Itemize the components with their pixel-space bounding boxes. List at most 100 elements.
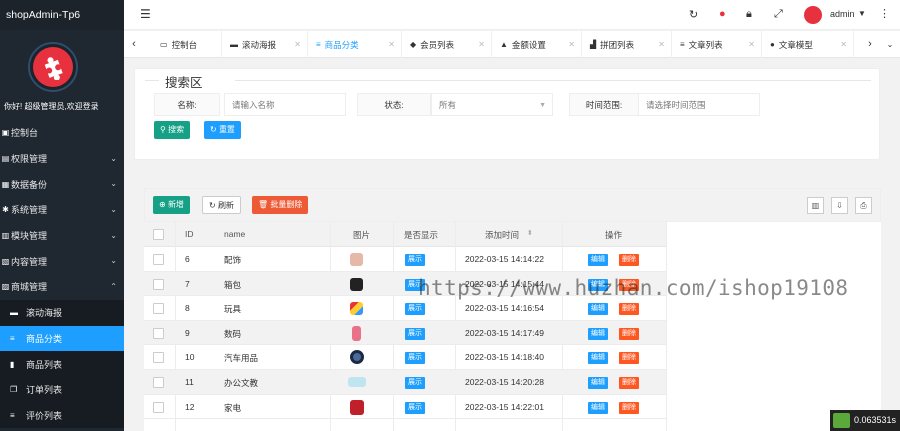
row-time: 2022-03-15 14:18:40 (465, 352, 544, 363)
edit-button[interactable]: 编辑 (588, 303, 608, 316)
product-thumbnail[interactable] (352, 325, 361, 341)
delete-button[interactable]: 删除 (619, 303, 639, 316)
sidebar-item-dashboard[interactable]: ▣ 控制台 (0, 120, 124, 146)
sidebar-item-content[interactable]: ▧ 内容管理 ⌄ (0, 248, 124, 274)
time-range-input[interactable]: 请选择时间范围 (638, 93, 760, 116)
table-row[interactable]: 10 汽车用品 展示 2022-03-15 14:18:40 编辑 删除 (144, 345, 666, 370)
admin-avatar[interactable] (804, 6, 822, 24)
admin-name[interactable]: admin (830, 9, 855, 19)
close-icon[interactable]: ✕ (294, 40, 301, 49)
sidebar-item-system[interactable]: ✱ 系统管理 ⌄ (0, 197, 124, 223)
sidebar-item-reviews[interactable]: ≡ 评价列表 (0, 402, 124, 429)
status-label: 状态: (357, 93, 431, 116)
tab-category[interactable]: ≡ 商品分类 ✕ (308, 31, 402, 58)
product-thumbnail[interactable] (348, 377, 366, 387)
table-row[interactable]: 6 配饰 展示 2022-03-15 14:14:22 编辑 删除 (144, 247, 666, 272)
fullscreen-icon[interactable]: ⤢ (774, 8, 783, 21)
table-row[interactable]: 9 数码 展示 2022-03-15 14:17:49 编辑 删除 (144, 320, 666, 346)
product-thumbnail[interactable] (350, 302, 363, 316)
name-input[interactable]: 请输入名称 (224, 93, 346, 116)
close-icon[interactable]: ✕ (840, 40, 847, 49)
tab-label: 文章模型 (778, 39, 813, 50)
bell-icon[interactable]: ● (719, 8, 726, 20)
refresh-button[interactable]: ↻ 刷新 (202, 196, 241, 214)
row-name: 配饰 (224, 255, 242, 265)
product-thumbnail[interactable] (350, 253, 363, 266)
sidebar-item-modules[interactable]: ▥ 模块管理 ⌄ (0, 223, 124, 249)
product-thumbnail[interactable] (350, 277, 363, 291)
sidebar-item-category[interactable]: ≡ 商品分类 (0, 325, 124, 352)
header-name[interactable]: name (224, 229, 245, 239)
refresh-icon[interactable]: ↻ (689, 8, 698, 21)
row-checkbox[interactable] (153, 327, 164, 339)
row-id: 8 (185, 303, 190, 314)
search-legend: 搜索区 (165, 76, 203, 90)
close-icon[interactable]: ✕ (478, 40, 485, 49)
sidebar-item-products[interactable]: ▮ 商品列表 (0, 351, 124, 377)
select-all-checkbox[interactable] (153, 229, 164, 240)
sidebar-item-label: 数据备份 (11, 179, 48, 190)
print-icon[interactable]: ⎙ (855, 197, 872, 214)
search-button[interactable]: ⚲ 搜索 (154, 121, 191, 139)
more-icon[interactable]: ⋮ (879, 7, 890, 20)
tab-banner[interactable]: ▬ 滚动海报 ✕ (222, 31, 308, 58)
row-checkbox[interactable] (153, 352, 164, 364)
show-badge: 展示 (405, 377, 425, 389)
delete-button[interactable]: 删除 (619, 327, 639, 340)
edit-button[interactable]: 编辑 (588, 254, 608, 266)
lock-icon[interactable]: 🔒︎ (746, 8, 752, 21)
header-time[interactable]: 添加时间 (485, 229, 519, 241)
add-button[interactable]: ⊕ 新增 (153, 196, 190, 214)
delete-button[interactable]: 删除 (619, 401, 639, 414)
menu-toggle-icon[interactable]: ☰ (140, 7, 151, 21)
sidebar-item-backup[interactable]: ▦ 数据备份 ⌄ (0, 171, 124, 197)
tab-members[interactable]: ◆ 会员列表 ✕ (402, 31, 492, 58)
product-thumbnail[interactable] (350, 399, 364, 415)
status-select-value: 所有 (439, 100, 457, 110)
sidebar-item-shop[interactable]: ▨ 商城管理 ⌃ (0, 274, 124, 300)
batch-delete-button[interactable]: 🗑︎ 批量删除 (252, 196, 309, 214)
table-header: ID name 图片 是否显示 添加时间 ⬍ 操作 (144, 222, 666, 247)
tab-amount[interactable]: ▲ 金额设置 ✕ (492, 31, 582, 58)
sidebar-item-orders[interactable]: ❐ 订单列表 (0, 376, 124, 403)
close-icon[interactable]: ✕ (658, 40, 665, 49)
close-icon[interactable]: ✕ (748, 40, 755, 49)
reset-button[interactable]: ↻ 重置 (204, 121, 241, 139)
tabs-prev-icon[interactable]: ‹ (126, 31, 142, 58)
row-checkbox[interactable] (153, 278, 164, 290)
sidebar-item-permissions[interactable]: ▤ 权限管理 ⌄ (0, 146, 124, 172)
close-icon[interactable]: ✕ (388, 40, 395, 49)
header-id[interactable]: ID (185, 229, 194, 239)
edit-button[interactable]: 编辑 (588, 377, 608, 389)
export-icon[interactable]: ⇩ (831, 197, 848, 214)
brand-title[interactable]: shopAdmin-Tp6 (0, 0, 124, 30)
row-name: 箱包 (224, 279, 242, 290)
row-checkbox[interactable] (153, 254, 164, 265)
columns-icon[interactable]: ▥ (807, 197, 824, 214)
caret-down-icon[interactable]: ▼ (858, 9, 866, 18)
row-checkbox[interactable] (153, 401, 164, 413)
tab-group[interactable]: ▟ 拼团列表 ✕ (582, 31, 672, 58)
product-thumbnail[interactable] (350, 350, 364, 365)
show-badge: 展示 (405, 254, 425, 266)
edit-button[interactable]: 编辑 (588, 401, 608, 414)
row-checkbox[interactable] (153, 303, 164, 315)
table-row[interactable]: 11 办公文教 展示 2022-03-15 14:20:28 编辑 删除 (144, 370, 666, 395)
status-select[interactable]: 所有 ▼ (431, 93, 553, 116)
delete-button[interactable]: 删除 (619, 352, 639, 365)
chevron-down-icon[interactable]: ⌄ (882, 31, 898, 58)
row-checkbox[interactable] (153, 377, 164, 388)
edit-button[interactable]: 编辑 (588, 352, 608, 365)
tab-dashboard[interactable]: ▭ 控制台 (152, 31, 222, 58)
sidebar-item-banner[interactable]: ▬ 滚动海报 (0, 299, 124, 326)
tabs-next-icon[interactable]: › (862, 31, 878, 58)
edit-button[interactable]: 编辑 (588, 327, 608, 340)
tab-articles[interactable]: ≡ 文章列表 ✕ (672, 31, 762, 58)
table-row[interactable]: 12 家电 展示 2022-03-15 14:22:01 编辑 删除 (144, 395, 666, 420)
delete-button[interactable]: 删除 (619, 254, 639, 266)
delete-button[interactable]: 删除 (619, 377, 639, 389)
tab-label: 拼团列表 (600, 39, 635, 50)
close-icon[interactable]: ✕ (568, 40, 575, 49)
sort-icon[interactable]: ⬍ (527, 229, 533, 237)
tab-article-model[interactable]: ● 文章模型 ✕ (762, 31, 854, 58)
